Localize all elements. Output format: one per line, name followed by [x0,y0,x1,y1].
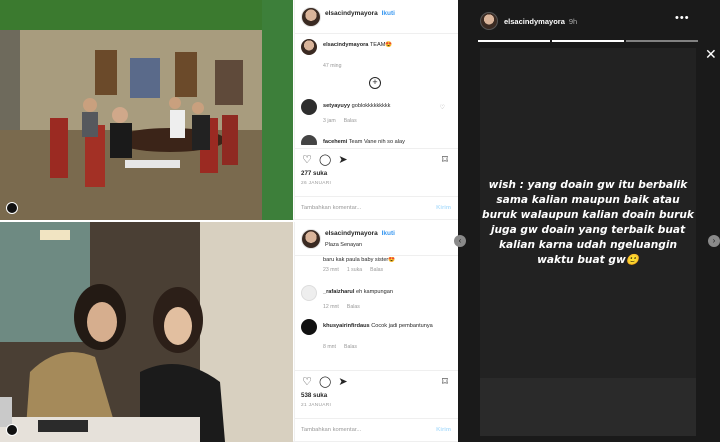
post-2-username[interactable]: elsacindymayora [325,230,378,237]
reply-link[interactable]: Balas [344,118,357,124]
add-comment-bar: Tambahkan komentar... Kirim [295,196,459,220]
story-username[interactable]: elsacindymayora [504,17,565,26]
post-1-username[interactable]: elsacindymayora [325,10,378,17]
post-2: elsacindymayora Ikuti Plaza Senayan baru… [0,222,459,442]
story-frame-bottom [480,378,696,436]
comment-input[interactable]: Tambahkan komentar... [301,427,361,433]
share-icon[interactable]: ➤ [337,154,349,166]
caption-username[interactable]: elsacindymayora [323,42,368,48]
story-progress-segment [478,40,550,42]
post-1-sidebar: elsacindymayora Ikuti elsacindymayora TE… [294,0,459,220]
story-viewer: elsacindymayora 9h ••• ✕ ‹ › wish : yang … [454,0,720,442]
bookmark-icon[interactable]: ⌑ [439,376,451,388]
post-1-actions: ♡ ◯ ➤ ⌑ [295,148,459,170]
comment-text: Cocok jadi pembantunya [371,323,433,329]
story-time: 9h [568,17,578,26]
user-tag-icon[interactable] [6,424,18,436]
next-story-icon[interactable]: › [708,235,720,247]
reply-link[interactable]: Balas [347,304,360,310]
comment-username[interactable]: khusyairinfirdaus [323,323,370,329]
restaurant-group-photo [0,0,293,220]
heart-icon[interactable]: ♡ [301,154,313,166]
bookmark-icon[interactable]: ⌑ [439,154,451,166]
follow-button[interactable]: Ikuti [382,10,395,17]
avatar[interactable] [301,285,317,301]
add-comment-bar: Tambahkan komentar... Kirim [295,418,459,442]
post-2-actions: ♡ ◯ ➤ ⌑ [295,370,459,392]
more-options-icon[interactable]: ••• [675,12,690,24]
close-icon[interactable]: ✕ [705,46,717,63]
load-more-comments-icon[interactable]: + [369,77,381,89]
story-progress-segment [552,40,624,42]
comment-time: 23 mnt [323,267,339,273]
previous-story-icon[interactable]: ‹ [454,235,466,247]
share-icon[interactable]: ➤ [337,376,349,388]
post-1-photo[interactable] [0,0,293,220]
comment-username[interactable]: facehemi [323,139,347,145]
post-1-header: elsacindymayora Ikuti [295,0,459,34]
story-message: wish : yang doain gw itu berbalik sama k… [482,179,694,266]
comment-text: Team Vane nih so alay [348,139,405,145]
avatar[interactable] [301,7,321,27]
comment-likes[interactable]: 1 suka [347,267,362,273]
avatar[interactable] [301,319,317,335]
heart-icon[interactable]: ♡ [301,376,313,388]
post-2-photo[interactable] [0,222,293,442]
comment-time: 8 mnt [323,344,336,350]
story-avatar[interactable] [480,12,498,30]
comment-username[interactable]: _rafaizharul [323,289,354,295]
like-count[interactable]: 538 suka [301,392,327,399]
story-progress [478,40,698,42]
post-location[interactable]: Plaza Senayan [325,242,362,248]
comment-text: baru kak paula baby sister😍 [323,257,396,263]
comment-icon[interactable]: ◯ [319,154,331,166]
post-comment-button[interactable]: Kirim [436,205,451,211]
two-women-photo [0,222,293,442]
avatar[interactable] [301,99,317,115]
post-1-comments: elsacindymayora TEAM😍 47 ming + setyayuy… [295,35,459,145]
comment-input[interactable]: Tambahkan komentar... [301,205,361,211]
avatar[interactable] [301,135,317,145]
post-date: 26 JANUARI [301,181,332,186]
user-tag-icon[interactable] [6,202,18,214]
comment-heart-icon[interactable]: ♡ [440,104,445,111]
caption-time: 47 ming [323,63,342,69]
post-2-comments: baru kak paula baby sister😍 23 mnt 1 suka… [295,257,459,367]
like-count[interactable]: 277 suka [301,170,327,177]
reply-link[interactable]: Balas [370,267,383,273]
post-2-sidebar: elsacindymayora Ikuti Plaza Senayan baru… [294,222,459,442]
post-1: elsacindymayora Ikuti elsacindymayora TE… [0,0,459,220]
comment-icon[interactable]: ◯ [319,376,331,388]
follow-button[interactable]: Ikuti [382,230,395,237]
comment-username[interactable]: setyayuyy [323,103,350,109]
reply-link[interactable]: Balas [344,344,357,350]
comment-text: goblokkkkkkkkk [351,103,391,109]
avatar[interactable] [301,39,317,55]
comment-time: 12 mnt [323,304,339,310]
post-comment-button[interactable]: Kirim [436,427,451,433]
caption-text: TEAM😍 [369,42,393,48]
post-date: 21 JANUARI [301,403,332,408]
story-progress-segment [626,40,698,42]
avatar[interactable] [301,229,321,249]
post-2-header: elsacindymayora Ikuti Plaza Senayan [295,222,459,256]
comment-text: eh kampungan [355,289,393,295]
comment-time: 3 jam [323,118,336,124]
